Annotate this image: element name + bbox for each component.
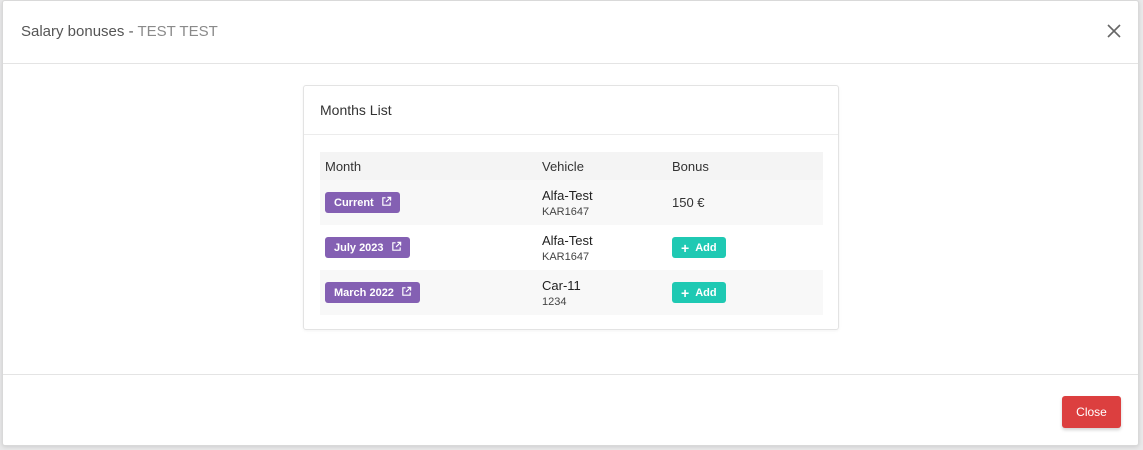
vehicle-name: Alfa-Test [542,187,593,203]
vehicle-plate: KAR1647 [542,250,590,263]
table-row: Current Alfa-Test KAR1647 150 € [320,180,823,225]
add-bonus-button[interactable]: + Add [672,282,726,303]
month-label: Current [334,196,374,209]
bonus-amount: 150 € [672,195,705,210]
month-link-july-2023[interactable]: July 2023 [325,237,410,258]
month-link-march-2022[interactable]: March 2022 [325,282,420,303]
vehicle-name: Alfa-Test [542,232,593,248]
external-link-icon [381,196,392,210]
vehicle-plate: 1234 [542,295,567,308]
table-header: Month Vehicle Bonus [320,152,823,180]
month-label: March 2022 [334,286,394,299]
vehicle-name: Car-11 [542,277,581,293]
vehicle-plate: KAR1647 [542,205,590,218]
external-link-icon [391,241,402,255]
header-month: Month [325,158,362,174]
plus-icon: + [681,239,690,256]
table-row: March 2022 Car-11 1234 + Add [320,270,823,315]
modal-footer: Close [3,374,1138,446]
plus-icon: + [681,284,690,301]
header-vehicle: Vehicle [542,158,584,174]
month-label: July 2023 [334,241,384,254]
modal-title-employee: TEST TEST [137,23,218,40]
close-icon[interactable] [1104,21,1124,41]
close-button[interactable]: Close [1062,396,1121,428]
months-list-card: Months List Month Vehicle Bonus Current [303,85,839,330]
table-row: July 2023 Alfa-Test KAR1647 + Add [320,225,823,270]
add-label: Add [695,241,717,254]
modal-title-prefix: Salary bonuses - [21,23,138,40]
salary-bonuses-modal: Salary bonuses - TEST TEST Months List M… [2,0,1139,446]
months-table: Month Vehicle Bonus Current Alfa-Test KA… [320,152,823,315]
card-title: Months List [304,86,838,135]
modal-title: Salary bonuses - TEST TEST [21,23,218,40]
external-link-icon [401,286,412,300]
month-link-current[interactable]: Current [325,192,400,213]
modal-header: Salary bonuses - TEST TEST [3,1,1138,64]
add-label: Add [695,286,717,299]
add-bonus-button[interactable]: + Add [672,237,726,258]
header-bonus: Bonus [672,158,709,174]
